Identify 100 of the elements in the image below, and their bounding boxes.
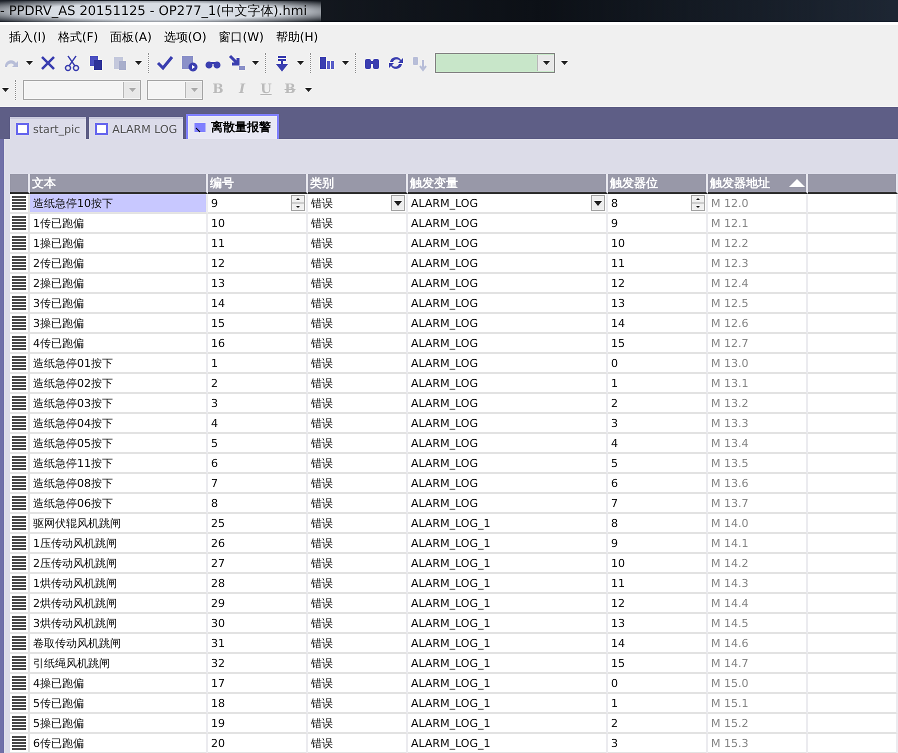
row-handle[interactable] xyxy=(10,214,30,234)
row-lines-icon xyxy=(12,276,26,290)
row-handle[interactable] xyxy=(10,354,30,374)
dropdown-field[interactable] xyxy=(435,52,555,72)
dropdown-arrow-icon xyxy=(126,86,138,94)
copy-icon[interactable] xyxy=(87,54,105,72)
row-handle[interactable] xyxy=(10,694,30,714)
row-handle[interactable] xyxy=(10,674,30,694)
column-header[interactable]: 触发变量 xyxy=(408,174,608,194)
column-header[interactable]: 编号 xyxy=(208,174,308,194)
row-lines-icon xyxy=(12,476,26,490)
row-handle[interactable] xyxy=(10,654,30,674)
menu-item[interactable]: 选项(O) xyxy=(158,26,212,48)
dropdown-arrow-icon xyxy=(561,60,568,66)
cut-icon[interactable] xyxy=(63,54,81,72)
row-lines-icon xyxy=(12,556,26,570)
row-handle[interactable] xyxy=(10,434,30,454)
row-handle[interactable] xyxy=(10,294,30,314)
row-handle[interactable] xyxy=(10,374,30,394)
row-handle[interactable] xyxy=(10,454,30,474)
row-handle[interactable] xyxy=(10,534,30,554)
row-lines-icon xyxy=(12,216,26,230)
row-lines-icon xyxy=(12,496,26,510)
screen-icon xyxy=(95,123,108,135)
table-cell: 6传已跑偏 xyxy=(30,734,208,753)
spinner-icon xyxy=(291,195,305,211)
row-lines-icon xyxy=(12,516,26,530)
row-lines-icon xyxy=(12,396,26,410)
menu-item[interactable]: 插入(I) xyxy=(4,26,51,48)
dropdown-arrow-icon xyxy=(305,86,312,92)
row-handle[interactable] xyxy=(10,614,30,634)
row-handle[interactable] xyxy=(10,274,30,294)
dropdown-arrow-icon xyxy=(297,60,304,66)
table-cell: 错误 xyxy=(308,734,408,753)
dropdown-arrow-icon xyxy=(342,60,349,66)
row-handle[interactable] xyxy=(10,474,30,494)
row-lines-icon xyxy=(12,456,26,470)
column-header[interactable]: 文本 xyxy=(30,174,208,194)
arrow-down-icon[interactable] xyxy=(273,54,291,72)
row-lines-icon xyxy=(12,436,26,450)
row-handle[interactable] xyxy=(10,594,30,614)
row-handle[interactable] xyxy=(10,314,30,334)
column-header[interactable]: 类别 xyxy=(308,174,408,194)
tab[interactable]: 离散量报警 xyxy=(186,114,280,139)
row-lines-icon xyxy=(12,316,26,330)
row-handle[interactable] xyxy=(10,494,30,514)
row-handle[interactable] xyxy=(10,394,30,414)
row-lines-icon xyxy=(12,596,26,610)
row-lines-icon xyxy=(12,236,26,250)
menu-item[interactable]: 窗口(W) xyxy=(214,26,269,48)
row-handle[interactable] xyxy=(10,194,30,214)
row-lines-icon xyxy=(12,676,26,690)
row-handle[interactable] xyxy=(10,554,30,574)
spinner-icon xyxy=(691,195,705,211)
row-lines-icon xyxy=(12,716,26,730)
column-header[interactable]: 触发器位 xyxy=(608,174,708,194)
row-lines-icon xyxy=(12,536,26,550)
font-size-field[interactable] xyxy=(147,80,203,100)
table-cell: M 15.3 xyxy=(708,734,808,753)
delete-icon[interactable] xyxy=(39,54,57,72)
row-handle[interactable] xyxy=(10,334,30,354)
row-handle[interactable] xyxy=(10,514,30,534)
menu-item[interactable]: 面板(A) xyxy=(105,26,157,48)
table-cell: 造纸急停10按下 xyxy=(30,194,208,214)
row-lines-icon xyxy=(12,336,26,350)
tab[interactable]: start_pic xyxy=(10,117,86,139)
check-icon[interactable] xyxy=(156,54,174,72)
dropdown-arrow-icon xyxy=(2,86,9,92)
row-lines-icon xyxy=(12,616,26,630)
row-lines-icon xyxy=(12,416,26,430)
header-corner xyxy=(10,174,30,194)
row-handle[interactable] xyxy=(10,254,30,274)
font-field[interactable] xyxy=(23,80,141,100)
tab[interactable]: ALARM LOG xyxy=(89,117,184,139)
download-arrow-icon[interactable] xyxy=(228,54,246,72)
row-lines-icon xyxy=(12,736,26,750)
row-handle[interactable] xyxy=(10,634,30,654)
row-handle[interactable] xyxy=(10,714,30,734)
row-lines-icon xyxy=(12,196,26,210)
row-handle[interactable] xyxy=(10,574,30,594)
screen-play-icon[interactable] xyxy=(180,54,198,72)
row-handle[interactable] xyxy=(10,234,30,254)
row-lines-icon xyxy=(12,376,26,390)
row-lines-icon xyxy=(12,576,26,590)
table-cell: 3 xyxy=(608,734,708,753)
row-handle[interactable] xyxy=(10,414,30,434)
column-header[interactable]: 触发器地址 xyxy=(708,174,808,194)
row-lines-icon xyxy=(12,356,26,370)
dropdown-arrow-icon xyxy=(26,60,33,66)
menu-item[interactable]: 格式(F) xyxy=(52,26,104,48)
dropdown-arrow-icon xyxy=(252,60,259,66)
table-cell: 20 xyxy=(208,734,308,753)
table-cell: ALARM_LOG_1 xyxy=(408,734,608,753)
dropdown-arrow-icon xyxy=(188,86,200,94)
row-lines-icon xyxy=(12,636,26,650)
dropdown-arrow-icon xyxy=(135,60,142,66)
row-lines-icon xyxy=(12,696,26,710)
row-handle[interactable] xyxy=(10,734,30,753)
window-title: - PPDRV_AS 20151125 - OP277_1(中文字体).hmi xyxy=(0,1,322,22)
menu-item[interactable]: 帮助(H) xyxy=(270,26,324,48)
